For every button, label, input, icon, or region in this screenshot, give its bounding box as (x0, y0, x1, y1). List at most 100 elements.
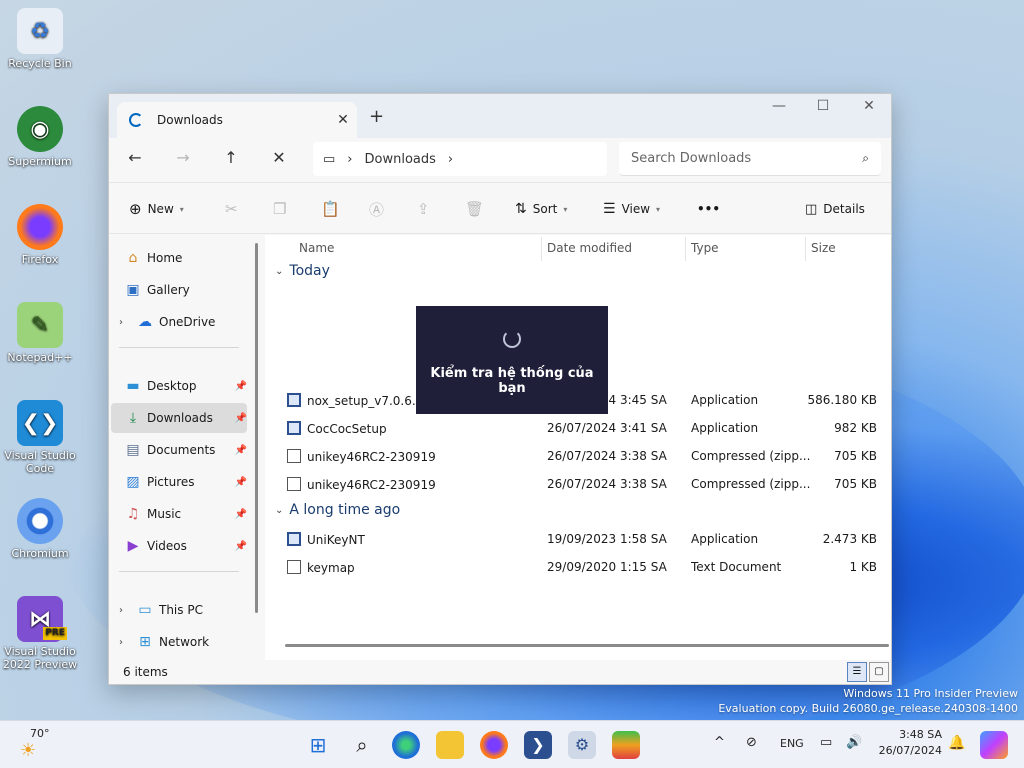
pin-icon[interactable]: 📌 (235, 381, 247, 392)
group-header-today[interactable]: ⌄ Today (275, 263, 330, 279)
sidebar-item-pictures[interactable]: ▨ Pictures 📌 (111, 467, 247, 497)
new-tab-icon[interactable]: + (369, 106, 384, 127)
sidebar-item-home[interactable]: ⌂ Home (111, 243, 247, 273)
chevron-right-icon[interactable]: › (119, 637, 133, 648)
column-header-name[interactable]: Name (299, 241, 334, 255)
file-date: 29/09/2020 1:15 SA (547, 560, 667, 574)
firefox-icon (17, 204, 63, 250)
table-row[interactable]: keymap 29/09/2020 1:15 SA Text Document … (265, 554, 891, 582)
rename-icon[interactable]: Ⓐ (369, 197, 384, 221)
sidebar-item-music[interactable]: ♫ Music 📌 (111, 499, 247, 529)
forward-arrow-icon[interactable]: → (169, 148, 197, 172)
network-offline-icon[interactable]: ⊘ (746, 735, 757, 750)
sidebar-item-this-pc[interactable]: › ▭ This PC (111, 595, 247, 625)
desktop-icon-vscode[interactable]: ❮❯ Visual Studio Code (0, 400, 80, 475)
file-explorer-icon[interactable] (436, 731, 464, 759)
volume-icon[interactable]: 🔊 (846, 735, 862, 750)
pin-icon[interactable]: 📌 (235, 541, 247, 552)
display-icon[interactable]: ▭ (820, 735, 832, 750)
back-arrow-icon[interactable]: ← (121, 148, 149, 172)
stop-loading-icon[interactable]: ✕ (265, 148, 293, 172)
details-button[interactable]: ◫ Details (805, 197, 865, 221)
chevron-up-icon[interactable]: ^ (714, 735, 725, 750)
column-separator[interactable] (805, 237, 806, 261)
copilot-icon[interactable] (980, 731, 1008, 759)
address-segment[interactable]: Downloads (365, 152, 436, 167)
sidebar-item-onedrive[interactable]: › ☁ OneDrive (111, 307, 247, 337)
column-header-size[interactable]: Size (811, 241, 836, 255)
sidebar-item-videos[interactable]: ▶ Videos 📌 (111, 531, 247, 561)
horizontal-scrollbar[interactable] (285, 644, 889, 647)
close-window-icon[interactable]: ✕ (847, 98, 891, 114)
chevron-right-icon[interactable]: › (119, 317, 133, 328)
firefox-icon[interactable] (480, 731, 508, 759)
desktop-icon-chromium[interactable]: Chromium (0, 498, 80, 560)
clock[interactable]: 3:48 SA 26/07/2024 (879, 727, 942, 759)
address-bar[interactable]: ▭ › Downloads › (313, 142, 607, 176)
group-header-long-ago[interactable]: ⌄ A long time ago (275, 502, 400, 518)
table-row[interactable]: unikey46RC2-230919 26/07/2024 3:38 SA Co… (265, 471, 891, 499)
edge-icon[interactable] (392, 731, 420, 759)
language-indicator[interactable]: ENG (780, 737, 804, 750)
sidebar-item-downloads[interactable]: ⤓ Downloads 📌 (111, 403, 247, 433)
details-view-icon[interactable]: ☰ (847, 662, 867, 682)
desktop-icon-supermium[interactable]: ◉ Supermium (0, 106, 80, 168)
paste-icon[interactable]: 📋 (321, 197, 340, 221)
delete-icon[interactable]: 🗑 (465, 197, 484, 221)
notification-bell-icon[interactable]: 🔔 (948, 735, 965, 751)
sidebar-item-gallery[interactable]: ▣ Gallery (111, 275, 247, 305)
title-bar: Downloads ✕ + — ☐ ✕ (109, 94, 891, 138)
table-row[interactable]: unikey46RC2-230919 26/07/2024 3:38 SA Co… (265, 443, 891, 471)
minimize-icon[interactable]: — (757, 98, 801, 114)
sidebar-item-label: OneDrive (159, 315, 216, 329)
sidebar-scrollbar[interactable] (255, 243, 258, 613)
up-arrow-icon[interactable]: ↑ (217, 148, 245, 172)
maximize-icon[interactable]: ☐ (801, 98, 845, 114)
more-options-button[interactable]: ••• (697, 197, 720, 221)
sort-button[interactable]: ⇅ Sort ▾ (515, 197, 567, 221)
pin-icon[interactable]: 📌 (235, 477, 247, 488)
desktop-icon-notepadpp[interactable]: ✎ Notepad++ (0, 302, 80, 364)
new-button[interactable]: ⊕ New ▾ (129, 197, 184, 221)
search-box[interactable]: Search Downloads ⌕ (619, 142, 881, 176)
copy-icon[interactable]: ❐ (273, 197, 286, 221)
pin-icon[interactable]: 📌 (235, 413, 247, 424)
pin-icon[interactable]: 📌 (235, 509, 247, 520)
table-row[interactable]: UniKeyNT 19/09/2023 1:58 SA Application … (265, 526, 891, 554)
search-input[interactable]: Search Downloads (631, 151, 862, 166)
tool-icon[interactable]: ⚙ (568, 731, 596, 759)
column-header-type[interactable]: Type (691, 241, 719, 255)
tab-downloads[interactable]: Downloads ✕ (117, 102, 357, 138)
pin-icon[interactable]: 📌 (235, 445, 247, 456)
plus-circle-icon: ⊕ (129, 200, 142, 218)
system-check-message: Kiểm tra hệ thống của bạn (430, 366, 594, 396)
column-separator[interactable] (685, 237, 686, 261)
sidebar-item-label: Documents (147, 443, 216, 457)
cut-icon[interactable]: ✂ (225, 197, 238, 221)
sidebar-item-label: Videos (147, 539, 187, 553)
file-date: 26/07/2024 3:38 SA (547, 477, 667, 491)
sidebar-item-network[interactable]: › ⊞ Network (111, 627, 247, 657)
start-icon[interactable]: ⊞ (304, 731, 332, 759)
sidebar-item-label: Pictures (147, 475, 195, 489)
chevron-right-icon[interactable]: › (119, 605, 133, 616)
desktop-icon-label: Supermium (8, 155, 72, 168)
desktop-icon-recycle-bin[interactable]: ♻ Recycle Bin (0, 8, 80, 70)
sidebar-item-documents[interactable]: ▤ Documents 📌 (111, 435, 247, 465)
column-separator[interactable] (541, 237, 542, 261)
powershell-icon[interactable]: ❯ (524, 731, 552, 759)
bluestacks-icon[interactable] (612, 731, 640, 759)
column-header-date[interactable]: Date modified (547, 241, 632, 255)
desktop-icon-label: Chromium (11, 547, 69, 560)
sidebar-item-desktop[interactable]: ▬ Desktop 📌 (111, 371, 247, 401)
desktop-icon-firefox[interactable]: Firefox (0, 204, 80, 266)
weather-widget[interactable]: 70° ☀ (20, 727, 50, 761)
desktop-icon: ▬ (126, 378, 140, 394)
close-tab-icon[interactable]: ✕ (329, 112, 357, 128)
tiles-view-icon[interactable]: ▢ (869, 662, 889, 682)
share-icon[interactable]: ⇪ (417, 197, 430, 221)
view-button[interactable]: ☰ View ▾ (603, 197, 660, 221)
search-icon[interactable]: ⌕ (348, 731, 376, 759)
desktop-icon-vs2022[interactable]: ⋈ PRE Visual Studio 2022 Preview (0, 596, 80, 671)
table-row[interactable]: CocCocSetup 26/07/2024 3:41 SA Applicati… (265, 415, 891, 443)
